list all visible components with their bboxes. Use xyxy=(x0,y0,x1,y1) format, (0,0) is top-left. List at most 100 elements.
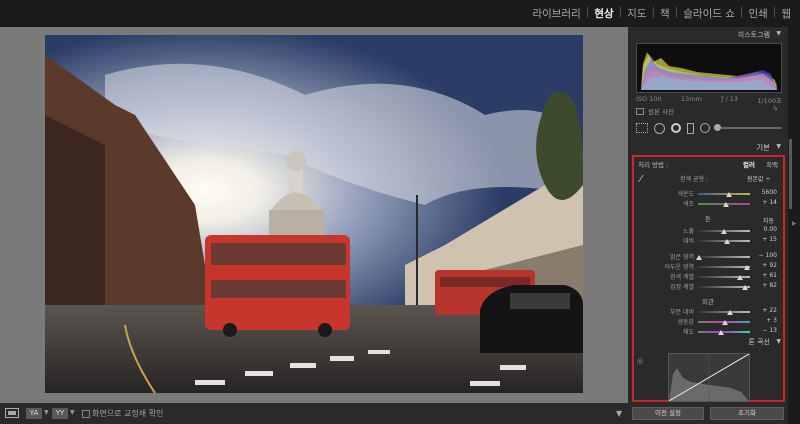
shadows-label: 어두운 영역 xyxy=(664,264,694,271)
whites-value[interactable]: + 61 xyxy=(751,272,777,279)
highlights-slider[interactable] xyxy=(698,256,750,258)
toolbar-menu-icon[interactable]: ▼ xyxy=(616,409,622,418)
original-photo-toggle[interactable]: 원본 사진 xyxy=(636,106,674,116)
before-after-swap-button[interactable]: YY xyxy=(52,408,68,419)
blacks-label: 검정 계열 xyxy=(670,284,694,291)
module-separator: | xyxy=(651,6,656,18)
shadows-slider[interactable] xyxy=(698,266,750,268)
left-buildings-shade xyxy=(45,115,105,335)
iso-value: ISO 100 xyxy=(636,95,662,103)
target-adjust-icon[interactable]: ◎ xyxy=(637,357,643,365)
treatment-color-option[interactable]: 컬러 xyxy=(743,159,755,169)
highlights-label: 밝은 영역 xyxy=(670,254,694,261)
shadows-slider-thumb[interactable] xyxy=(744,265,750,270)
focal-length: 13mm xyxy=(680,95,702,103)
tint-label: 색조 xyxy=(682,201,694,208)
expand-panel-arrow-icon[interactable]: ▶ xyxy=(792,220,797,227)
tone-curve-title: 톤 곡선 xyxy=(748,338,770,346)
contrast-slider-thumb[interactable] xyxy=(724,239,730,244)
vibrance-slider-thumb[interactable] xyxy=(722,320,728,325)
right-panel-scrollbar[interactable]: ▶ xyxy=(788,27,800,424)
temp-slider-thumb[interactable] xyxy=(726,192,732,197)
tint-value[interactable]: + 14 xyxy=(751,199,777,206)
clarity-slider[interactable] xyxy=(698,311,750,313)
saturation-slider[interactable] xyxy=(698,331,750,333)
basic-panel-header[interactable]: 기본 ▼ xyxy=(628,139,788,153)
module-separator: | xyxy=(618,6,623,18)
shadows-value[interactable]: + 92 xyxy=(751,262,777,269)
collapse-triangle-icon[interactable]: ▼ xyxy=(776,338,781,345)
top-bar: 라이브러리 | 현상 | 지도 | 책 | 슬라이드 쇼 | 인쇄 | 웹 xyxy=(0,0,800,27)
collapse-triangle-icon[interactable]: ▼ xyxy=(776,143,781,150)
exposure-slider-thumb[interactable] xyxy=(721,229,727,234)
previous-settings-button[interactable]: 이전 설정 xyxy=(632,407,704,420)
vibrance-value[interactable]: + 3 xyxy=(751,317,777,324)
treatment-label: 처리 방법 : xyxy=(638,161,669,169)
blacks-value[interactable]: + 82 xyxy=(751,282,777,289)
lightning-icon[interactable]: ϟ xyxy=(773,105,778,113)
module-library[interactable]: 라이브러리 xyxy=(529,6,583,21)
tool-strip xyxy=(636,120,782,136)
treatment-bw-option[interactable]: 흑백 xyxy=(766,159,778,169)
tone-curve-graph[interactable] xyxy=(668,353,750,402)
soft-proof-checkbox[interactable] xyxy=(82,410,90,418)
chevron-down-icon[interactable]: ▼ xyxy=(70,409,75,416)
module-web[interactable]: 웹 xyxy=(778,6,794,21)
adjustment-brush-slider[interactable] xyxy=(714,124,782,131)
whites-label: 흰색 계열 xyxy=(670,274,694,281)
module-separator: | xyxy=(585,6,590,18)
eyedropper-icon[interactable]: ⁄ xyxy=(640,174,642,185)
histogram[interactable] xyxy=(636,43,782,93)
whites-slider-thumb[interactable] xyxy=(737,275,743,280)
loupe-view-icon[interactable] xyxy=(5,408,19,418)
white-balance-select[interactable]: 원본값 ÷ xyxy=(747,174,771,183)
red-eye-icon[interactable] xyxy=(671,123,681,133)
contrast-value[interactable]: + 15 xyxy=(751,236,777,243)
radial-filter-icon[interactable] xyxy=(700,123,710,133)
scrollbar-thumb[interactable] xyxy=(789,139,792,209)
graduated-filter-icon[interactable] xyxy=(687,122,694,134)
soft-proof-label: 화면으로 교정쇄 확인 xyxy=(92,409,164,418)
clarity-slider-thumb[interactable] xyxy=(727,310,733,315)
highlights-value[interactable]: − 100 xyxy=(751,252,777,259)
collapse-triangle-icon[interactable]: ▼ xyxy=(776,30,781,37)
tone-auto-button[interactable]: 자동 xyxy=(763,216,774,225)
highlights-slider-thumb[interactable] xyxy=(696,255,702,260)
module-develop[interactable]: 현상 xyxy=(591,6,616,21)
reset-button[interactable]: 초기화 xyxy=(710,407,784,420)
spot-removal-icon[interactable] xyxy=(654,122,665,134)
photo-view xyxy=(0,27,628,403)
saturation-value[interactable]: − 13 xyxy=(751,327,777,334)
right-panel: 히스토그램 ▼ ISO 100 13mm ƒ / 13 1/100초 원본 사진… xyxy=(628,27,788,424)
module-slideshow[interactable]: 슬라이드 쇼 xyxy=(680,6,738,21)
photo-preview[interactable] xyxy=(45,35,583,393)
module-book[interactable]: 책 xyxy=(657,6,673,21)
histogram-header[interactable]: 히스토그램 ▼ xyxy=(628,27,788,41)
original-photo-label: 원본 사진 xyxy=(648,108,674,116)
module-separator: | xyxy=(772,6,777,18)
temp-slider[interactable] xyxy=(698,193,750,195)
bottom-toolbar: YA ▼ YY ▼ 화면으로 교정쇄 확인 ▼ xyxy=(0,403,628,424)
clarity-value[interactable]: + 22 xyxy=(751,307,777,314)
histogram-title: 히스토그램 xyxy=(737,31,770,39)
tint-slider-thumb[interactable] xyxy=(723,202,729,207)
before-after-button[interactable]: YA xyxy=(26,408,42,419)
exposure-value[interactable]: 0.00 xyxy=(751,226,777,233)
contrast-label: 대비 xyxy=(682,238,694,245)
blacks-slider-thumb[interactable] xyxy=(742,285,748,290)
photo-exif-row: ISO 100 13mm ƒ / 13 1/100초 xyxy=(636,95,782,105)
aperture-value: ƒ / 13 xyxy=(721,95,738,103)
bus-left xyxy=(205,235,350,337)
tone-curve-header[interactable]: 톤 곡선 ▼ xyxy=(628,335,788,347)
module-map[interactable]: 지도 xyxy=(624,6,649,21)
temp-value[interactable]: 5600 xyxy=(751,189,777,196)
black-cab xyxy=(480,285,583,353)
shutter-speed: 1/100초 xyxy=(757,97,782,105)
exposure-label: 노출 xyxy=(682,228,694,235)
crop-tool-icon[interactable] xyxy=(636,123,648,133)
module-print[interactable]: 인쇄 xyxy=(745,6,770,21)
module-separator: | xyxy=(739,6,744,18)
chevron-down-icon[interactable]: ▼ xyxy=(44,409,49,416)
original-photo-checkbox[interactable] xyxy=(636,107,644,115)
basic-panel-title: 기본 xyxy=(756,143,770,152)
